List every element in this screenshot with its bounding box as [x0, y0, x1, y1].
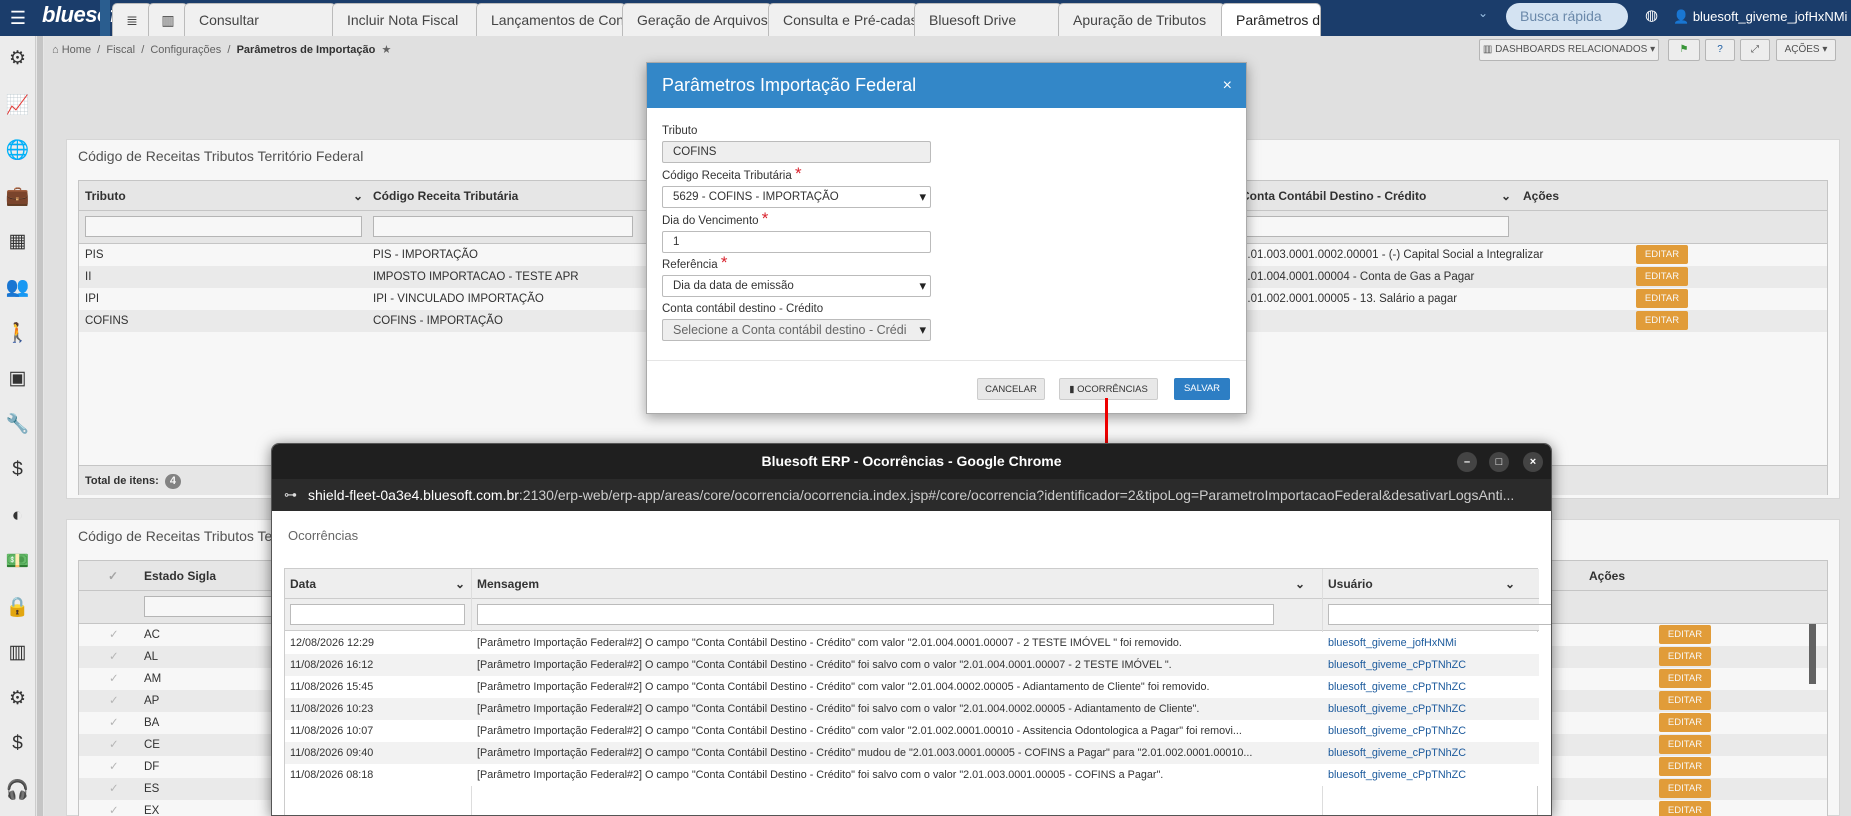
briefcase-icon[interactable]: 💼 [0, 173, 35, 219]
tab-incluir-nota[interactable]: Incluir Nota Fiscal [332, 3, 480, 36]
globe-icon[interactable]: 🌐 [0, 127, 35, 173]
dia-input[interactable]: 1 [662, 231, 931, 253]
table-row[interactable]: 11/08/2026 16:12 [Parâmetro Importação Fe… [285, 654, 1539, 676]
table-row[interactable]: 11/08/2026 10:23 [Parâmetro Importação Fe… [285, 698, 1539, 720]
filter-usuario[interactable] [1328, 604, 1551, 625]
dollar-icon[interactable]: $ [0, 721, 35, 767]
sidebar: ⚙ 📈 🌐 💼 ▦ 👥 🚶 ▣ 🔧 $ ◐ 💵 🔒 ▥ ⚙ $ 🎧 [0, 36, 36, 816]
dollar-icon[interactable]: $ [0, 447, 35, 493]
close-icon[interactable]: × [1523, 452, 1543, 472]
user-link[interactable]: bluesoft_giveme_cPpTNhZC [1328, 676, 1466, 698]
tab-apuracao[interactable]: Apuração de Tributos [1058, 3, 1225, 36]
parametros-modal: Parâmetros Importação Federal × Tributo … [646, 62, 1247, 414]
tab-bar: ≣ ▥ Consultar Incluir Nota Fiscal Lançam… [112, 3, 1321, 36]
ocorrencias-grid: Data ⌄ Mensagem ⌄ Usuário ⌄ 12/08/2026 1… [284, 568, 1551, 815]
calculator-icon[interactable]: ▦ [0, 219, 35, 265]
col-data-sort-icon[interactable]: ⌄ [455, 577, 465, 591]
user-icon: 👤 [1673, 9, 1690, 24]
codigo-select[interactable]: 5629 - COFINS - IMPORTAÇÃO [662, 186, 931, 208]
table-row[interactable]: 11/08/2026 09:40 [Parâmetro Importação Fe… [285, 742, 1539, 764]
cogs-icon[interactable]: ⚙ [0, 676, 35, 722]
col-usuario[interactable]: Usuário [1328, 577, 1373, 591]
user-link[interactable]: bluesoft_giveme_cPpTNhZC [1328, 764, 1466, 786]
search-input[interactable]: Busca rápida [1506, 3, 1628, 30]
hamburger-icon[interactable]: ☰ [0, 0, 36, 36]
chevron-down-icon[interactable]: ⌄ [1478, 6, 1488, 20]
user-menu[interactable]: 👤 bluesoft_giveme_jofHxNMi [1673, 9, 1847, 25]
headset-icon[interactable]: 🎧 [0, 767, 35, 813]
close-icon[interactable]: × [1223, 63, 1232, 108]
chart-icon: ▥ [161, 12, 175, 28]
book-icon: ▮ [1069, 384, 1075, 395]
save-button[interactable]: SALVAR [1174, 378, 1230, 400]
conta-label: Conta contábil destino - Crédito [662, 303, 824, 315]
col-mensagem-sort-icon[interactable]: ⌄ [1295, 577, 1305, 591]
lock-icon[interactable]: 🔒 [0, 584, 35, 630]
building-icon[interactable]: ▥ [0, 630, 35, 676]
filter-mensagem[interactable] [477, 604, 1274, 625]
dia-label: Dia do Vencimento * [662, 209, 769, 228]
wrench-icon[interactable]: 🔧 [0, 402, 35, 448]
table-row[interactable]: 12/08/2026 12:29 [Parâmetro Importação Fe… [285, 632, 1539, 654]
codigo-label: Código Receita Tributária * [662, 164, 802, 183]
ear-icon[interactable]: ◐ [0, 493, 35, 539]
globe-icon[interactable]: ◍ [1645, 6, 1658, 24]
table-row[interactable]: 11/08/2026 15:45 [Parâmetro Importação Fe… [285, 676, 1539, 698]
ref-select[interactable]: Dia da data de emissão [662, 275, 931, 297]
tab-parametros[interactable]: Parâmetros d [1221, 3, 1321, 36]
chrome-title-bar[interactable]: Bluesoft ERP - Ocorrências - Google Chro… [272, 444, 1551, 479]
col-mensagem[interactable]: Mensagem [477, 577, 539, 591]
site-info-icon[interactable]: ⊶ [284, 479, 297, 511]
tab-chart[interactable]: ▥ [148, 3, 188, 36]
ref-label: Referência * [662, 253, 728, 272]
col-data[interactable]: Data [290, 577, 316, 591]
user-link[interactable]: bluesoft_giveme_cPpTNhZC [1328, 720, 1466, 742]
line-chart-icon[interactable]: 📈 [0, 82, 35, 128]
conta-select[interactable]: Selecione a Conta contábil destino - Cré… [662, 319, 931, 341]
user-link[interactable]: bluesoft_giveme_cPpTNhZC [1328, 698, 1466, 720]
tab-lancamentos[interactable]: Lançamentos de Conferên [476, 3, 626, 36]
list-icon: ≣ [126, 12, 138, 28]
cubes-icon[interactable]: ▣ [0, 356, 35, 402]
ocorrencias-title: Ocorrências [288, 528, 359, 543]
cancel-button[interactable]: CANCELAR [977, 378, 1045, 400]
url-bar[interactable]: ⊶ shield-fleet-0a3e4.bluesoft.com.br:213… [272, 479, 1551, 511]
tab-geracao[interactable]: Geração de Arquivos de E [622, 3, 772, 36]
filter-data[interactable] [290, 604, 465, 625]
ocorrencias-button[interactable]: ▮ OCORRÊNCIAS [1059, 378, 1158, 400]
tributo-field: COFINS [662, 141, 931, 163]
col-usuario-sort-icon[interactable]: ⌄ [1505, 577, 1515, 591]
chrome-popup-window: Bluesoft ERP - Ocorrências - Google Chro… [271, 443, 1552, 816]
user-link[interactable]: bluesoft_giveme_cPpTNhZC [1328, 742, 1466, 764]
tab-consultar[interactable]: Consultar [184, 3, 336, 36]
modal-title: Parâmetros Importação Federal [662, 75, 917, 95]
tributo-label: Tributo [662, 125, 698, 137]
person-icon[interactable]: 🚶 [0, 310, 35, 356]
user-link[interactable]: bluesoft_giveme_jofHxNMi [1328, 632, 1456, 654]
gear-icon[interactable]: ⚙ [0, 36, 35, 82]
tab-bluesoft-drive[interactable]: Bluesoft Drive [914, 3, 1062, 36]
tab-consulta-precadastro[interactable]: Consulta e Pré-cadastro d [768, 3, 918, 36]
table-row[interactable]: 11/08/2026 08:18 [Parâmetro Importação Fe… [285, 764, 1539, 786]
money-icon[interactable]: 💵 [0, 539, 35, 585]
maximize-icon[interactable]: □ [1489, 452, 1509, 472]
user-link[interactable]: bluesoft_giveme_cPpTNhZC [1328, 654, 1466, 676]
chrome-window-title: Bluesoft ERP - Ocorrências - Google Chro… [761, 453, 1062, 469]
users-icon[interactable]: 👥 [0, 264, 35, 310]
minimize-icon[interactable]: – [1457, 452, 1477, 472]
top-bar: ☰ bluesoft ≣ ▥ Consultar Incluir Nota Fi… [0, 0, 1851, 36]
table-row[interactable]: 11/08/2026 10:07 [Parâmetro Importação Fe… [285, 720, 1539, 742]
tab-list[interactable]: ≣ [112, 3, 152, 36]
